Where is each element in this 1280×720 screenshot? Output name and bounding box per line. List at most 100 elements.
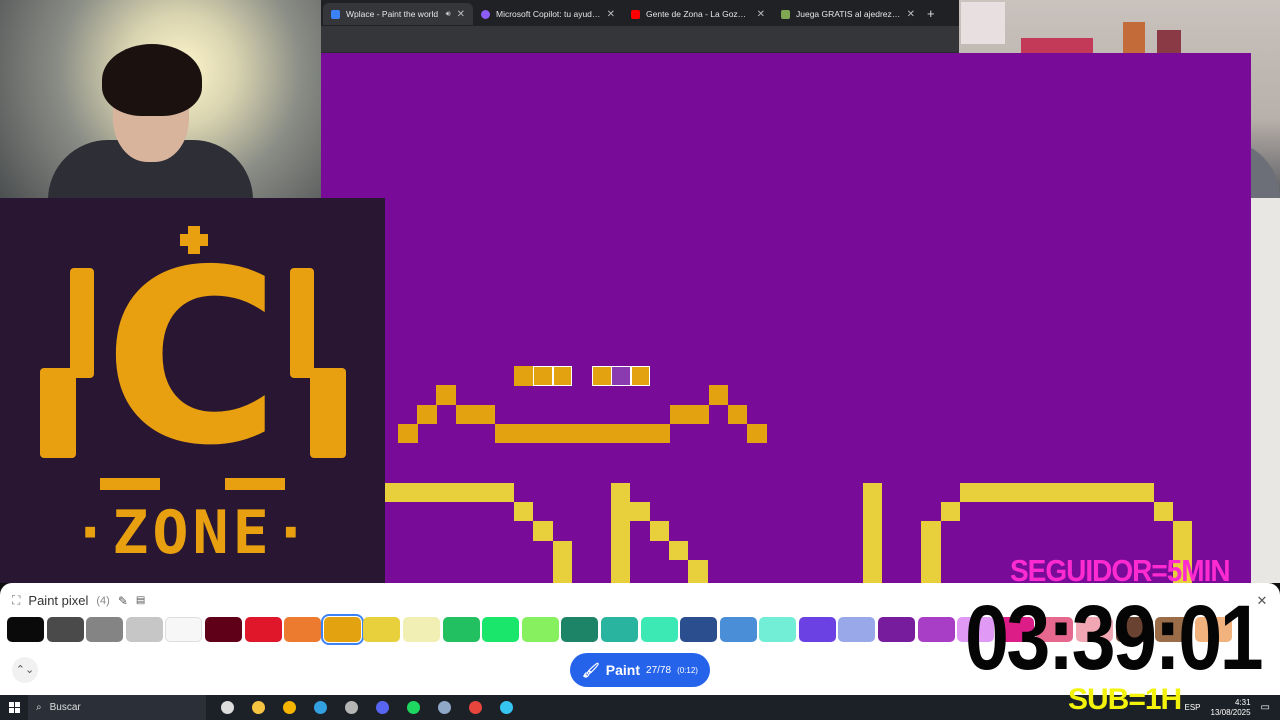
search-placeholder: Buscar [49, 702, 81, 713]
color-swatch[interactable] [442, 617, 480, 642]
follower-rule-overlay: SEGUIDOR=5MIN [1010, 553, 1231, 588]
clock-time: 4:31 [1234, 697, 1251, 707]
color-swatch[interactable] [402, 617, 440, 642]
color-swatch[interactable] [320, 614, 364, 645]
color-swatch[interactable] [521, 617, 559, 642]
paint-button[interactable]: 🖌︎ Paint 27/78 (0:12) [570, 653, 710, 687]
paint-cooldown: (0:12) [677, 665, 698, 675]
color-swatch[interactable] [600, 617, 638, 642]
language-indicator[interactable]: ESP [1184, 703, 1200, 712]
color-swatch[interactable] [680, 617, 718, 642]
selected-pixel[interactable] [553, 366, 572, 386]
tab-copilot[interactable]: Microsoft Copilot: tu ayudante ✕ [473, 3, 623, 25]
clock[interactable]: 4:31 13/08/2025 [1211, 698, 1251, 718]
discord-icon[interactable] [371, 698, 393, 718]
paint-progress: 27/78 [646, 664, 672, 676]
color-swatch[interactable] [561, 617, 599, 642]
canvas-edge [1251, 198, 1280, 583]
steam-icon-glyph [437, 701, 451, 714]
color-swatch[interactable] [284, 617, 322, 642]
color-swatch[interactable] [363, 617, 401, 642]
steam-icon[interactable] [433, 698, 455, 718]
color-swatch[interactable] [719, 617, 757, 642]
address-bar[interactable] [321, 26, 959, 53]
pixel-canvas[interactable] [321, 53, 1251, 583]
color-swatch[interactable] [244, 617, 282, 642]
system-tray: ESP 4:31 13/08/2025 ▭ [1184, 695, 1270, 720]
tab-title: Gente de Zona - La Gozadera [646, 9, 751, 19]
paint-label: Paint [605, 662, 641, 678]
wplace-favicon-icon [331, 9, 340, 19]
taskbar-search[interactable]: ⌕ Buscar [28, 695, 206, 720]
pixel-count: (4) [96, 594, 110, 607]
eraser-icon[interactable]: ▤ [136, 595, 145, 606]
selected-pixel[interactable] [592, 366, 612, 386]
obs-icon[interactable] [340, 698, 362, 718]
tab-title: Wplace - Paint the world [346, 9, 439, 19]
color-swatch[interactable] [86, 617, 124, 642]
color-swatch[interactable] [46, 617, 84, 642]
file-explorer-icon-glyph [251, 701, 265, 714]
color-swatch[interactable] [759, 617, 797, 642]
sub-rule-overlay: SUB=1H [1068, 683, 1182, 716]
logo-word: ·ZONE· [72, 498, 313, 568]
color-swatch[interactable] [917, 617, 955, 642]
panel-title: Paint pixel [28, 593, 89, 608]
youtube-favicon-icon [631, 9, 640, 19]
logo-letter: C [103, 218, 281, 498]
chrome-icon-glyph [282, 701, 296, 714]
close-tab-icon[interactable]: ✕ [757, 9, 765, 20]
color-swatch[interactable] [878, 617, 916, 642]
c-zone-logo: C ·ZONE· [0, 198, 385, 583]
color-swatch[interactable] [165, 617, 203, 642]
tab-chess[interactable]: Juega GRATIS al ajedrez online ✕ [773, 3, 923, 25]
browser-tab-strip: Wplace - Paint the world 🔊︎ ✕ Microsoft … [321, 0, 959, 26]
discord-icon-glyph [375, 701, 389, 714]
color-swatch[interactable] [7, 617, 44, 642]
color-swatch[interactable] [640, 617, 678, 642]
start-button[interactable] [0, 695, 28, 720]
new-tab-button[interactable]: + [927, 6, 935, 21]
panel-header: ⛶ Paint pixel (4) ✎ ▤ [12, 593, 145, 608]
tab-title: Microsoft Copilot: tu ayudante [496, 9, 601, 19]
tab-title: Juega GRATIS al ajedrez online [796, 9, 901, 19]
selected-pixel[interactable] [533, 366, 553, 386]
close-tab-icon[interactable]: ✕ [607, 9, 615, 20]
tab-wplace[interactable]: Wplace - Paint the world 🔊︎ ✕ [323, 3, 473, 25]
obs-icon-glyph [344, 701, 358, 714]
taskbar-apps [216, 698, 517, 718]
windows-icon [8, 702, 20, 713]
pencil-icon[interactable]: ✎ [118, 594, 128, 608]
task-view-icon[interactable] [216, 698, 238, 718]
color-swatch[interactable] [482, 617, 520, 642]
selected-pixel[interactable] [611, 366, 631, 386]
screen: Wplace - Paint the world 🔊︎ ✕ Microsoft … [0, 0, 1280, 720]
fullscreen-icon[interactable]: ⛶ [12, 593, 20, 608]
notification-icon[interactable]: ▭ [1261, 702, 1270, 713]
clock-date: 13/08/2025 [1210, 707, 1251, 717]
color-swatch[interactable] [838, 617, 876, 642]
chess-favicon-icon [781, 9, 790, 19]
copilot-favicon-icon [481, 9, 490, 19]
task-view-icon-glyph [220, 701, 234, 714]
brush-icon: 🖌︎ [582, 661, 600, 678]
color-swatch[interactable] [204, 617, 242, 642]
tab-youtube[interactable]: Gente de Zona - La Gozadera ✕ [623, 3, 773, 25]
edge-icon[interactable] [309, 698, 331, 718]
spotify-icon[interactable] [402, 698, 424, 718]
app-icon-glyph [499, 701, 513, 714]
chrome-active-icon[interactable] [464, 698, 486, 718]
close-tab-icon[interactable]: ✕ [907, 9, 915, 20]
app-icon[interactable] [495, 698, 517, 718]
speaker-icon[interactable]: 🔊︎ [446, 9, 451, 19]
chrome-icon[interactable] [278, 698, 300, 718]
color-swatch[interactable] [798, 617, 836, 642]
expand-toggle-button[interactable]: ⌃⌄ [12, 657, 38, 683]
spotify-icon-glyph [406, 701, 420, 714]
close-tab-icon[interactable]: ✕ [457, 9, 465, 20]
selected-pixel[interactable] [631, 366, 650, 386]
chrome-active-icon-glyph [468, 701, 482, 714]
file-explorer-icon[interactable] [247, 698, 269, 718]
search-icon: ⌕ [36, 702, 42, 713]
color-swatch[interactable] [125, 617, 163, 642]
